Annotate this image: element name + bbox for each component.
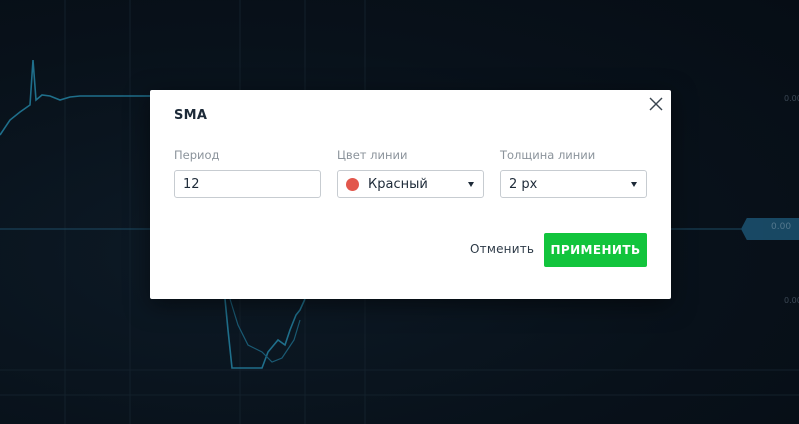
cancel-button[interactable]: Отменить bbox=[470, 242, 534, 256]
chevron-down-icon bbox=[468, 182, 474, 187]
line-width-select[interactable]: 2 px bbox=[500, 170, 647, 198]
price-line bbox=[0, 59, 150, 136]
apply-button[interactable]: ПРИМЕНИТЬ bbox=[544, 233, 647, 267]
current-price-value: 0.00 bbox=[771, 222, 792, 232]
price-axis-label: 0.00 bbox=[784, 296, 799, 305]
close-icon bbox=[649, 97, 663, 111]
line-color-label: Цвет линии bbox=[337, 148, 408, 162]
line-width-value: 2 px bbox=[509, 177, 538, 192]
price-line-lower bbox=[224, 298, 306, 369]
dialog-title: SMA bbox=[174, 108, 208, 123]
sma-settings-dialog: SMA Период Цвет линии Красный Толщина ли… bbox=[150, 90, 671, 299]
apply-button-label: ПРИМЕНИТЬ bbox=[550, 243, 641, 257]
trading-screen: 0.00 0.00 0.00 SMA Период Цвет линии Кра… bbox=[0, 0, 799, 424]
price-axis-label: 0.00 bbox=[784, 94, 799, 103]
period-field-box bbox=[174, 170, 321, 198]
period-label: Период bbox=[174, 148, 220, 162]
period-input[interactable] bbox=[175, 171, 320, 197]
line-color-select[interactable]: Красный bbox=[337, 170, 484, 198]
line-width-label: Толщина линии bbox=[500, 148, 596, 162]
current-price-tag: 0.00 bbox=[741, 218, 799, 240]
line-color-value: Красный bbox=[368, 177, 428, 192]
chevron-down-icon bbox=[631, 182, 637, 187]
color-swatch-icon bbox=[346, 178, 359, 191]
close-button[interactable] bbox=[648, 96, 664, 112]
